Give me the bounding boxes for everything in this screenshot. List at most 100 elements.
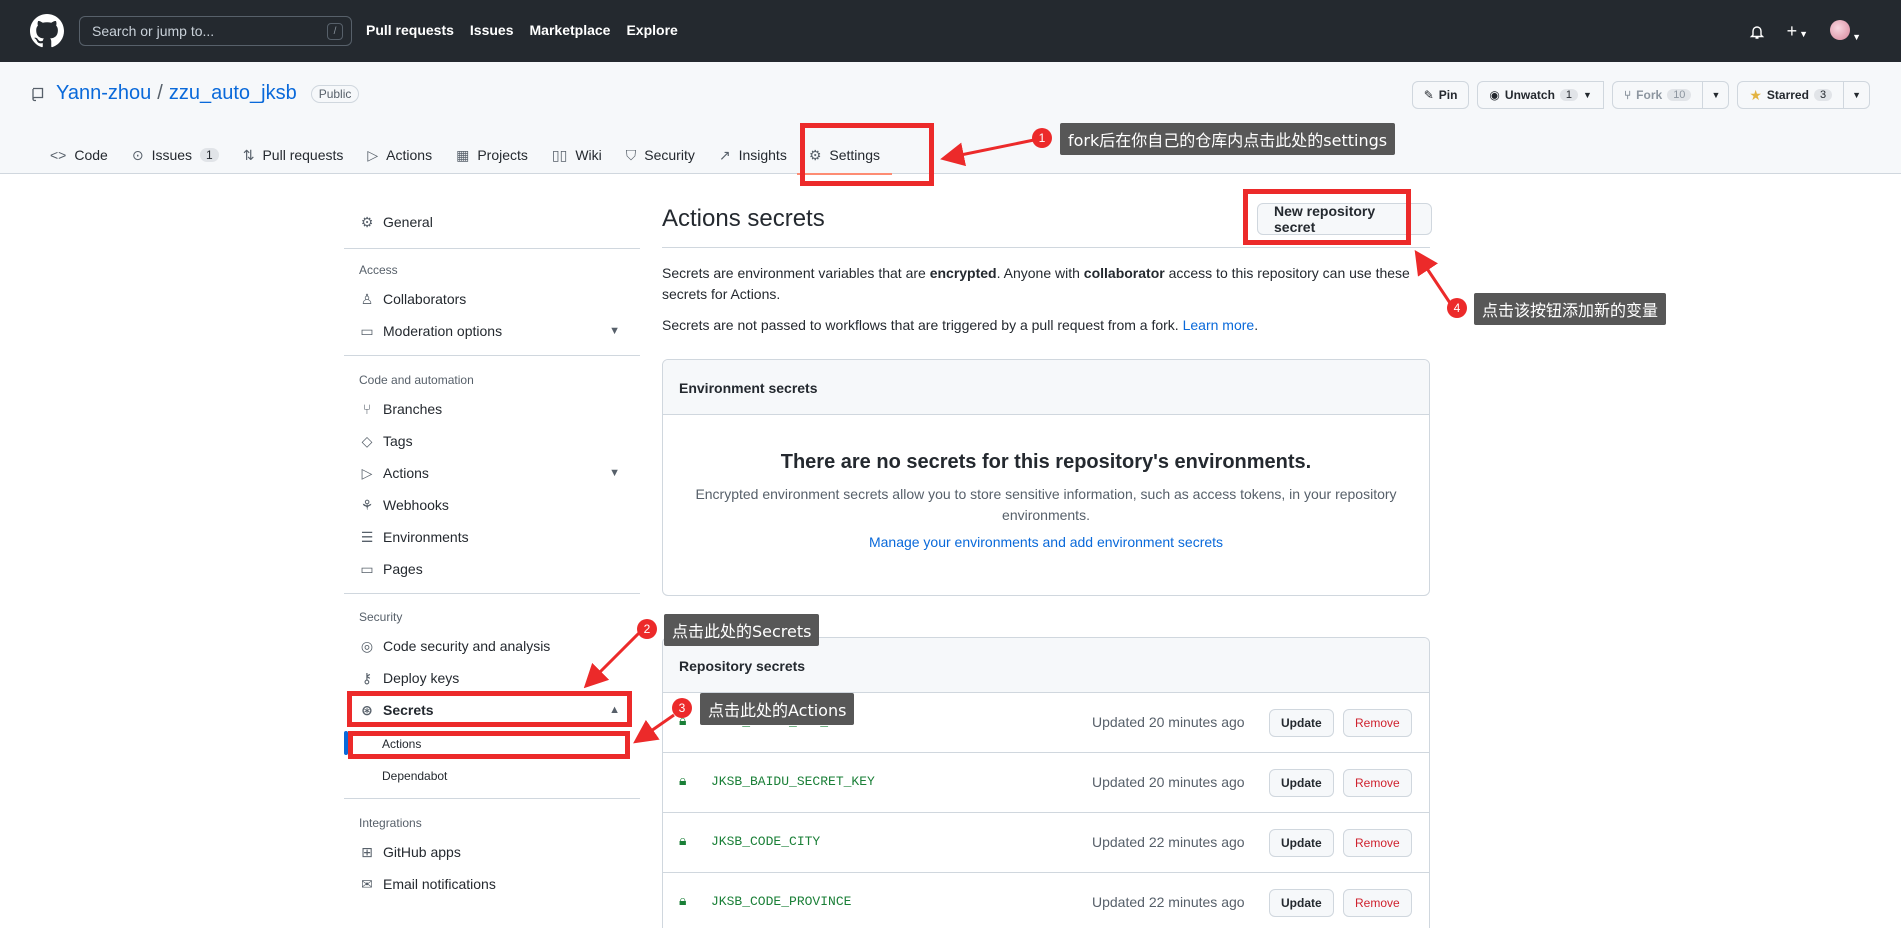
tab-actions[interactable]: ▷ Actions xyxy=(355,136,444,174)
sidebar-item-webhooks[interactable]: ⚘ Webhooks xyxy=(344,491,640,519)
nav-explore[interactable]: Explore xyxy=(626,22,677,38)
lock-icon: 🔒︎ xyxy=(679,772,687,788)
tab-code[interactable]: <> Code xyxy=(38,136,120,174)
nav-marketplace[interactable]: Marketplace xyxy=(530,22,611,38)
tab-label: Wiki xyxy=(575,147,602,163)
play-icon: ▷ xyxy=(367,146,379,163)
sidebar-item-email-notifications[interactable]: ✉ Email notifications xyxy=(344,870,640,898)
sidebar-item-environments[interactable]: ☰ Environments xyxy=(344,523,640,551)
sidebar-subitem-dependabot[interactable]: Dependabot xyxy=(382,769,447,783)
sidebar-item-moderation[interactable]: ▭ Moderation options ▼ xyxy=(344,317,640,345)
sidebar-item-github-apps[interactable]: ⊞ GitHub apps xyxy=(344,838,640,866)
sidebar-item-label: Tags xyxy=(383,433,413,449)
sidebar-item-actions[interactable]: ▷ Actions ▼ xyxy=(344,459,640,487)
pin-button[interactable]: ✎ Pin xyxy=(1411,81,1470,109)
unwatch-button[interactable]: ◉ Unwatch 1 ▼ xyxy=(1477,81,1604,109)
remove-button[interactable]: Remove xyxy=(1343,769,1412,797)
mail-icon: ✉ xyxy=(361,875,373,892)
star-dropdown-button[interactable]: ▼ xyxy=(1844,81,1870,109)
tab-security[interactable]: ⛉ Security xyxy=(614,136,707,174)
desc-text: . Anyone with xyxy=(996,265,1084,281)
fork-note-text: Secrets are not passed to workflows that… xyxy=(662,317,1183,333)
chevron-down-icon: ▼ xyxy=(609,467,620,479)
annotation-number-3: 3 xyxy=(672,698,692,718)
search-input[interactable]: Search or jump to... / xyxy=(79,16,352,46)
env-empty-title: There are no secrets for this repository… xyxy=(780,451,1312,473)
eye-icon: ◉ xyxy=(1489,88,1500,102)
user-menu[interactable]: ▼ xyxy=(1830,20,1861,43)
tab-insights[interactable]: ↗ Insights xyxy=(707,136,787,174)
desc-bold: encrypted xyxy=(929,265,997,281)
apps-icon: ⊞ xyxy=(361,843,373,860)
sidebar-item-collaborators[interactable]: ♙ Collaborators xyxy=(344,285,640,313)
sidebar-item-general[interactable]: ⚙ General xyxy=(344,208,640,236)
update-button[interactable]: Update xyxy=(1269,829,1334,857)
sidebar-heading-integrations: Integrations xyxy=(359,816,422,830)
update-button[interactable]: Update xyxy=(1269,769,1334,797)
period: . xyxy=(1254,317,1259,333)
sidebar-item-label: Branches xyxy=(383,401,443,417)
chevron-down-icon: ▼ xyxy=(1852,90,1861,100)
tab-pull-requests[interactable]: ⇅ Pull requests xyxy=(231,136,356,174)
chevron-down-icon: ▼ xyxy=(1799,29,1809,39)
learn-more-link[interactable]: Learn more xyxy=(1183,317,1255,333)
secret-name: JKSB_CODE_PROVINCE xyxy=(711,894,852,909)
repo-owner-link[interactable]: Yann-zhou xyxy=(56,82,151,105)
server-icon: ☰ xyxy=(360,528,374,545)
sidebar-item-tags[interactable]: ◇ Tags xyxy=(344,427,640,455)
starred-button[interactable]: ★ Starred 3 xyxy=(1737,81,1845,109)
github-logo-icon[interactable] xyxy=(30,14,64,48)
update-button[interactable]: Update xyxy=(1269,709,1334,737)
sidebar-item-pages[interactable]: ▭ Pages xyxy=(344,555,640,583)
repo-actions: ✎ Pin ◉ Unwatch 1 ▼ ⑂ Fork 10 ▼ ★ Starred 3 ▼ xyxy=(1411,81,1870,109)
tab-projects[interactable]: ▦ Projects xyxy=(444,136,540,174)
remove-button[interactable]: Remove xyxy=(1343,889,1412,917)
sidebar-item-label: GitHub apps xyxy=(383,844,461,860)
secret-updated: Updated 22 minutes ago xyxy=(1092,894,1245,910)
nav-issues[interactable]: Issues xyxy=(470,22,514,38)
gear-icon: ⚙ xyxy=(360,213,374,230)
table-icon: ▦ xyxy=(456,146,470,163)
tab-label: Actions xyxy=(386,147,433,163)
codescan-icon: ◎ xyxy=(360,637,374,654)
fork-button[interactable]: ⑂ Fork 10 xyxy=(1611,81,1704,109)
pin-label: Pin xyxy=(1438,88,1458,102)
remove-button[interactable]: Remove xyxy=(1343,829,1412,857)
create-new-button[interactable]: + ▼ xyxy=(1787,21,1808,42)
fork-dropdown-button[interactable]: ▼ xyxy=(1703,81,1730,109)
sidebar-item-code-security[interactable]: ◎ Code security and analysis xyxy=(344,632,640,660)
book-icon: ▯▯ xyxy=(551,146,568,163)
lock-icon: 🔒︎ xyxy=(679,892,687,908)
graph-icon: ↗ xyxy=(718,146,731,163)
repo-name-link[interactable]: zzu_auto_jksb xyxy=(169,82,297,105)
header-actions: + ▼ ▼ xyxy=(1749,20,1861,43)
env-empty-description: Encrypted environment secrets allow you … xyxy=(695,486,1397,523)
nav-pull-requests[interactable]: Pull requests xyxy=(366,22,454,38)
sidebar-item-label: Environments xyxy=(383,529,469,545)
people-icon: ♙ xyxy=(360,290,374,307)
tab-label: Insights xyxy=(738,147,787,163)
desc-text: Secrets are environment variables that a… xyxy=(662,265,930,281)
key-icon: ⚷ xyxy=(361,669,373,686)
tab-wiki[interactable]: ▯▯ Wiki xyxy=(540,136,614,174)
annotation-number-4: 4 xyxy=(1447,298,1467,318)
sidebar-heading-security: Security xyxy=(359,610,403,624)
annotation-highlight-new-secret xyxy=(1243,189,1411,245)
global-header: Search or jump to... / Pull requests Iss… xyxy=(0,0,1901,62)
annotation-highlight-settings xyxy=(800,123,934,186)
sidebar-item-branches[interactable]: ⑂ Branches xyxy=(344,395,640,423)
visibility-badge: Public xyxy=(310,84,360,103)
manage-environments-link[interactable]: Manage your environments and add environ… xyxy=(663,534,1429,550)
sidebar-item-label: Email notifications xyxy=(383,876,496,892)
sidebar-item-label: Code security and analysis xyxy=(383,638,551,654)
sidebar-item-deploy-keys[interactable]: ⚷ Deploy keys xyxy=(344,664,640,692)
fork-icon: ⑂ xyxy=(1623,88,1632,102)
lock-icon: 🔒︎ xyxy=(679,832,687,848)
update-button[interactable]: Update xyxy=(1269,889,1334,917)
annotation-label-2: 点击此处的Secrets xyxy=(664,614,820,646)
remove-button[interactable]: Remove xyxy=(1343,709,1412,737)
annotation-highlight-secrets xyxy=(347,691,632,727)
bell-icon[interactable] xyxy=(1749,24,1765,40)
annotation-label-4: 点击该按钮添加新的变量 xyxy=(1474,293,1667,325)
tab-issues[interactable]: ⊙ Issues 1 xyxy=(120,136,231,174)
